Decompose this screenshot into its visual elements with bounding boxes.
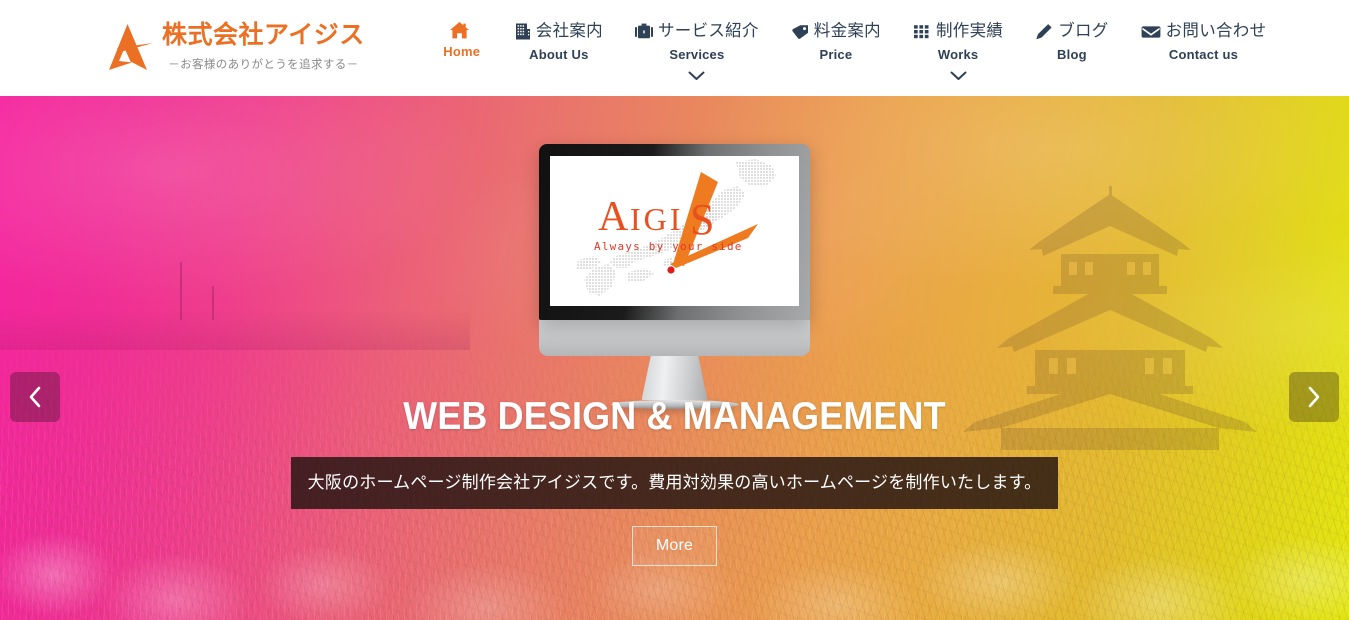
- aigis-logo-artwork: A IGI S Always by your side: [550, 156, 799, 306]
- nav-item-blog-en: Blog: [1057, 46, 1087, 62]
- monitor-screen: A IGI S Always by your side: [550, 156, 799, 306]
- monitor-stand-neck: [641, 356, 708, 400]
- envelope-icon: [1141, 23, 1161, 40]
- chevron-right-icon: [1307, 386, 1321, 408]
- tag-icon: [791, 23, 809, 40]
- hero-copy: WEB DESIGN & MANAGEMENT 大阪のホームページ制作会社アイジ…: [0, 395, 1349, 567]
- svg-text:IGI: IGI: [630, 201, 683, 237]
- nav-item-blog-ja: ブログ: [1058, 22, 1109, 40]
- nav-item-price-en: Price: [819, 46, 853, 62]
- nav-item-services-top: サービス紹介: [634, 22, 759, 42]
- grid-icon: [913, 23, 931, 40]
- svg-text:Always by your side: Always by your side: [594, 240, 743, 253]
- nav-item-price[interactable]: 料金案内 Price: [775, 22, 897, 62]
- building-icon: [515, 23, 531, 40]
- nav-item-works-top: 制作実績: [913, 22, 1003, 42]
- brand-text: 株式会社アイジス －お客様のありがとうを追求する－: [162, 22, 365, 72]
- hero-more-row: More: [0, 509, 1349, 567]
- monitor-bezel: A IGI S Always by your side: [539, 144, 810, 320]
- nav-item-price-top: 料金案内: [791, 22, 881, 42]
- nav-item-about-top: 会社案内: [515, 22, 603, 42]
- pencil-icon: [1035, 23, 1053, 40]
- nav-item-services-ja: サービス紹介: [657, 22, 759, 40]
- chevron-down-icon[interactable]: [950, 71, 967, 81]
- nav-item-works-en: Works: [937, 46, 979, 62]
- nav-item-contact-ja: お問い合わせ: [1165, 22, 1267, 40]
- nav-item-home-en: Home: [443, 44, 481, 59]
- nav-item-home-top: [449, 22, 474, 39]
- nav-item-home[interactable]: Home: [425, 22, 499, 60]
- nav-item-services-en: Services: [669, 46, 725, 62]
- nav-item-about-en: About Us: [529, 46, 589, 62]
- nav-item-about[interactable]: 会社案内 About Us: [499, 22, 619, 62]
- hero-slider: A IGI S Always by your side WEB DESIGN &…: [0, 96, 1349, 620]
- site-header: 株式会社アイジス －お客様のありがとうを追求する－ Home 会社案内 Abou…: [0, 0, 1349, 96]
- main-navigation: Home 会社案内 About Us サービス紹介 Services 料金案内 …: [425, 0, 1283, 81]
- nav-item-about-ja: 会社案内: [535, 22, 603, 40]
- nav-item-price-ja: 料金案内: [813, 22, 881, 40]
- chevron-left-icon: [28, 386, 42, 408]
- brand-logo-link[interactable]: 株式会社アイジス －お客様のありがとうを追求する－: [0, 0, 365, 73]
- home-icon: [449, 22, 469, 39]
- nav-item-contact-en: Contact us: [1168, 46, 1239, 62]
- nav-item-works[interactable]: 制作実績 Works: [897, 22, 1019, 81]
- monitor-chin: [539, 320, 810, 356]
- brand-name: 株式会社アイジス: [162, 21, 365, 50]
- hero-description: 大阪のホームページ制作会社アイジスです。費用対効果の高いホームページを制作いたし…: [290, 456, 1059, 510]
- hero-title: WEB DESIGN & MANAGEMENT: [403, 395, 946, 438]
- carousel-next-button[interactable]: [1289, 372, 1339, 422]
- nav-item-contact[interactable]: お問い合わせ Contact us: [1125, 22, 1283, 62]
- nav-item-contact-top: お問い合わせ: [1141, 22, 1267, 42]
- nav-item-works-ja: 制作実績: [935, 22, 1004, 40]
- svg-text:A: A: [598, 194, 630, 240]
- chevron-down-icon[interactable]: [688, 71, 705, 81]
- aigis-a-mark-icon: [100, 21, 156, 73]
- nav-item-blog-top: ブログ: [1035, 22, 1108, 42]
- brand-tagline: －お客様のありがとうを追求する－: [168, 58, 359, 71]
- briefcase-icon: [634, 23, 653, 40]
- nav-item-blog[interactable]: ブログ Blog: [1019, 22, 1124, 62]
- nav-item-services[interactable]: サービス紹介 Services: [619, 22, 775, 81]
- hero-monitor-mockup: A IGI S Always by your side: [539, 144, 810, 409]
- svg-text:S: S: [690, 195, 714, 244]
- carousel-prev-button[interactable]: [10, 372, 60, 422]
- more-button[interactable]: More: [631, 526, 718, 567]
- webcam-icon: [673, 149, 676, 152]
